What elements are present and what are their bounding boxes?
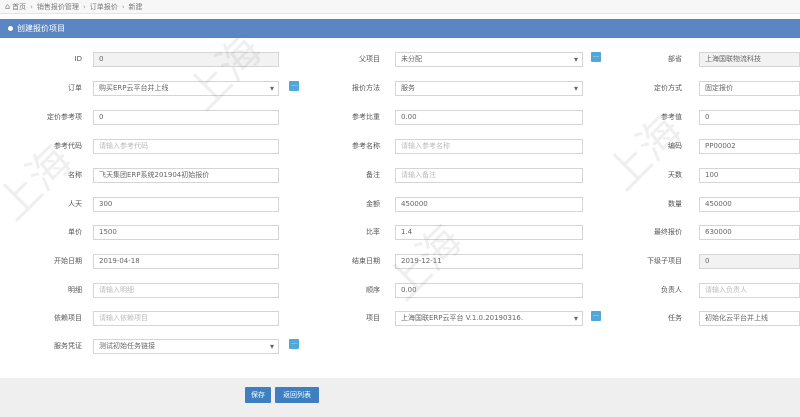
man-days-label: 人天 xyxy=(68,200,82,208)
depend-input[interactable]: 请输入依赖项目 xyxy=(93,311,279,326)
price-ref-item-field[interactable]: 0 xyxy=(93,110,279,125)
id-field[interactable]: 0 xyxy=(93,52,279,67)
project-label: 项目 xyxy=(366,314,380,322)
group-field[interactable]: 上海国联物流科技 xyxy=(699,52,800,67)
service-cert-picker-button[interactable]: … xyxy=(289,339,299,349)
child-count-label: 下级子项目 xyxy=(647,257,682,265)
group-label: 部省 xyxy=(668,55,682,63)
unit-price-field[interactable]: 1500 xyxy=(93,225,279,240)
quantity-field[interactable]: 450000 xyxy=(699,197,800,212)
depend-label: 依赖项目 xyxy=(54,314,82,322)
unit-price-label: 单价 xyxy=(68,228,82,236)
form-footer xyxy=(0,378,800,417)
name-label: 名称 xyxy=(68,171,82,179)
task-label: 任务 xyxy=(668,314,682,322)
ratio-label: 比率 xyxy=(366,228,380,236)
detail-input[interactable]: 请输入明细 xyxy=(93,283,279,298)
page-title: 创建报价项目 xyxy=(17,24,65,33)
days-label: 天数 xyxy=(668,171,682,179)
info-icon xyxy=(8,26,13,31)
ref-ratio-field[interactable]: 0.00 xyxy=(395,110,583,125)
quote-method-select[interactable]: 服务 xyxy=(395,81,583,96)
owner-label: 负责人 xyxy=(661,286,682,294)
panel-header: 创建报价项目 xyxy=(0,19,800,38)
code-field[interactable]: PP00002 xyxy=(699,139,800,154)
remark-label: 备注 xyxy=(366,171,380,179)
ref-name-label: 参考名称 xyxy=(352,142,380,150)
breadcrumb: ⌂ 首页 › 销售报价管理 › 订单报价 › 新建 xyxy=(0,0,800,14)
home-icon[interactable]: ⌂ xyxy=(5,2,10,11)
ratio-field[interactable]: 1.4 xyxy=(395,225,583,240)
price-ref-item-label: 定价参考项 xyxy=(47,113,82,121)
breadcrumb-new: 新建 xyxy=(128,2,143,11)
final-quote-field[interactable]: 630000 xyxy=(699,225,800,240)
ref-code-label: 参考代码 xyxy=(54,142,82,150)
breadcrumb-home[interactable]: 首页 xyxy=(12,2,26,12)
order-select[interactable]: 购买ERP云平台并上线 xyxy=(93,81,279,96)
project-select[interactable]: 上海国联ERP云平台 V.1.0.20190316. xyxy=(395,311,583,326)
ref-code-input[interactable]: 请输入参考代码 xyxy=(93,139,279,154)
order-no-label: 顺序 xyxy=(366,286,380,294)
id-label: ID xyxy=(74,55,82,63)
final-quote-label: 最终报价 xyxy=(654,228,682,236)
breadcrumb-separator: › xyxy=(121,2,125,11)
task-field[interactable]: 初始化云平台并上线 xyxy=(699,311,800,326)
end-date-field[interactable]: 2019-12-11 xyxy=(395,254,583,269)
project-picker-button[interactable]: … xyxy=(591,311,601,321)
detail-label: 明细 xyxy=(68,286,82,294)
start-date-label: 开始日期 xyxy=(54,257,82,265)
amount-label: 金额 xyxy=(366,200,380,208)
order-no-field[interactable]: 0.00 xyxy=(395,283,583,298)
parent-label: 父项目 xyxy=(359,55,380,63)
parent-select[interactable]: 未分配 xyxy=(395,52,583,67)
man-days-field[interactable]: 300 xyxy=(93,197,279,212)
name-field[interactable]: 飞天集团ERP系统201904初始报价 xyxy=(93,168,279,183)
breadcrumb-separator: › xyxy=(30,2,33,11)
start-date-field[interactable]: 2019-04-18 xyxy=(93,254,279,269)
service-cert-label: 服务凭证 xyxy=(54,342,82,350)
parent-picker-button[interactable]: … xyxy=(591,52,601,62)
ref-value-field[interactable]: 0 xyxy=(699,110,800,125)
code-label: 编码 xyxy=(668,142,682,150)
owner-input[interactable]: 请输入负责人 xyxy=(699,283,800,298)
breadcrumb-order-quote[interactable]: 订单报价 xyxy=(90,2,118,12)
save-button[interactable]: 保存 xyxy=(245,387,271,403)
ref-ratio-label: 参考比重 xyxy=(352,113,380,121)
price-mode-label: 定价方式 xyxy=(654,84,682,92)
ref-name-input[interactable]: 请输入参考名称 xyxy=(395,139,583,154)
amount-field[interactable]: 450000 xyxy=(395,197,583,212)
back-to-list-button[interactable]: 返回列表 xyxy=(275,387,319,403)
ref-value-label: 参考值 xyxy=(661,113,682,121)
service-cert-select[interactable]: 测试初始任务链接 xyxy=(93,339,279,354)
breadcrumb-separator: › xyxy=(82,2,86,11)
order-picker-button[interactable]: … xyxy=(289,81,299,91)
order-label: 订单 xyxy=(68,84,82,92)
end-date-label: 结束日期 xyxy=(352,257,380,265)
quote-method-label: 报价方法 xyxy=(352,84,380,92)
breadcrumb-sales-quote[interactable]: 销售报价管理 xyxy=(37,2,79,12)
days-field[interactable]: 100 xyxy=(699,168,800,183)
price-mode-field[interactable]: 固定报价 xyxy=(699,81,800,96)
quantity-label: 数量 xyxy=(668,200,682,208)
child-count-field[interactable]: 0 xyxy=(699,254,800,269)
remark-input[interactable]: 请输入备注 xyxy=(395,168,583,183)
